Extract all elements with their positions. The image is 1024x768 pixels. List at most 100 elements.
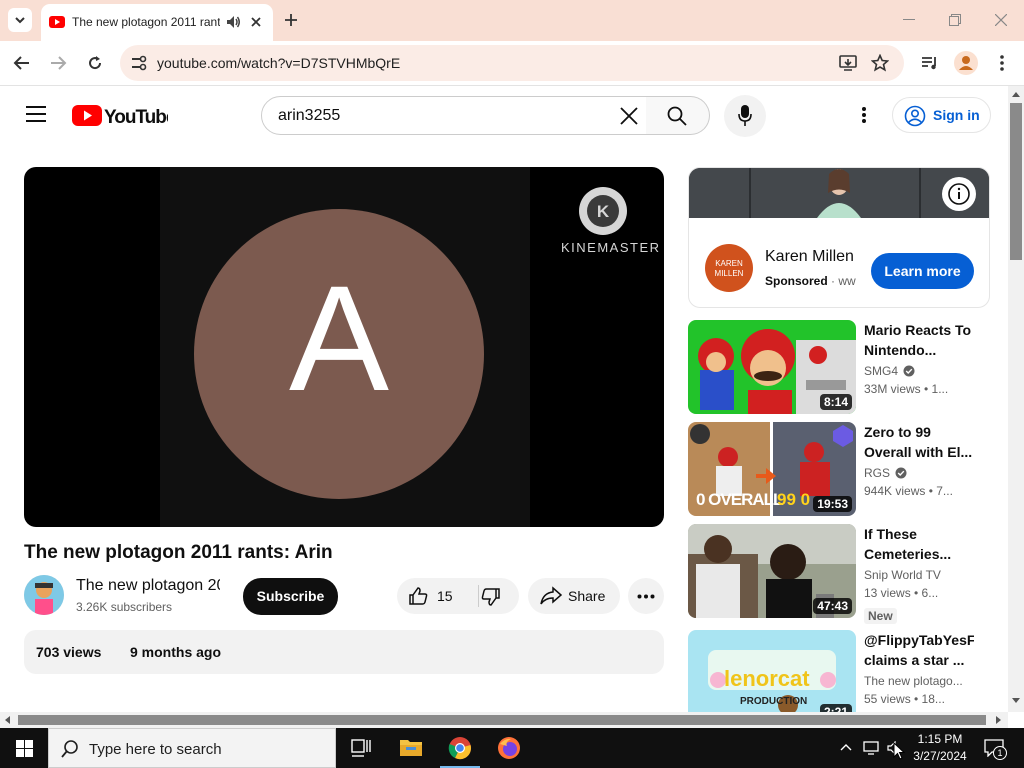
video-title: Zero to 99 Overall with El...: [864, 424, 973, 460]
minimize-icon[interactable]: [903, 19, 915, 21]
forward-icon[interactable]: [49, 55, 67, 71]
profile-icon[interactable]: [954, 51, 978, 75]
svg-text:K: K: [597, 202, 610, 221]
file-explorer-icon[interactable]: [400, 738, 422, 756]
voice-search-button[interactable]: [724, 95, 766, 137]
taskbar-search-box[interactable]: Type here to search: [48, 728, 336, 768]
video-duration: 2:21: [819, 704, 852, 712]
speaker-icon[interactable]: [225, 14, 241, 30]
thumbnail-overall-99: 99 0: [777, 490, 811, 509]
channel-avatar[interactable]: [24, 575, 64, 615]
avatar-letter: A: [288, 254, 390, 422]
browser-toolbar: youtube.com/watch?v=D7STVHMbQrE: [0, 41, 1024, 86]
recommended-video[interactable]: 0 OVERALL 99 0 19:53 Zero to 99 Overall …: [688, 422, 988, 516]
scroll-down-arrow-icon[interactable]: [1012, 698, 1020, 703]
windows-start-icon[interactable]: [16, 740, 33, 757]
channel-name: Snip World TV: [864, 568, 941, 582]
firefox-icon[interactable]: [497, 736, 521, 760]
windows-taskbar: Type here to search 1:15 PM 3/27/2024 1: [0, 728, 1024, 768]
learn-more-button[interactable]: Learn more: [871, 253, 974, 289]
scroll-up-arrow-icon[interactable]: [1012, 92, 1020, 97]
more-actions-button[interactable]: [628, 578, 664, 614]
vertical-scroll-thumb[interactable]: [1010, 103, 1022, 260]
media-control-icon[interactable]: [921, 55, 939, 71]
url-text: youtube.com/watch?v=D7STVHMbQrE: [157, 55, 401, 71]
taskbar-search-placeholder: Type here to search: [89, 741, 222, 758]
sign-in-button[interactable]: Sign in: [892, 97, 991, 133]
site-info-icon[interactable]: [130, 55, 148, 71]
reload-icon[interactable]: [86, 54, 104, 72]
horizontal-scroll-thumb[interactable]: [18, 715, 986, 725]
close-window-icon[interactable]: [995, 14, 1007, 26]
ad-info-icon[interactable]: [942, 177, 976, 211]
account-icon: [904, 105, 926, 127]
upload-age: 9 months ago: [130, 644, 222, 660]
view-count: 703 views: [36, 644, 102, 660]
new-tab-icon[interactable]: [283, 12, 299, 28]
ad-domain: · ww: [831, 274, 856, 288]
settings-more-icon[interactable]: [861, 106, 867, 124]
video-meta: 944K views • 7...: [864, 484, 953, 498]
share-button[interactable]: Share: [528, 578, 620, 614]
recommended-video[interactable]: lenorcat PRODUCTION 2:21 @FlippyTabYesF …: [688, 630, 988, 712]
active-tab[interactable]: The new plotagon 2011 rants: Arin: [41, 4, 273, 41]
scroll-left-arrow-icon[interactable]: [5, 716, 10, 724]
mouse-cursor-icon: [893, 742, 905, 760]
thumbnail-lenorcat-text: lenorcat: [724, 666, 810, 691]
description-box[interactable]: 703 views 9 months ago: [24, 630, 664, 674]
kinemaster-watermark: KINEMASTER: [561, 240, 661, 255]
video-thumbnail[interactable]: 8:14: [688, 320, 856, 414]
youtube-page: YouTube arin3255 Sign in A K KI: [0, 86, 1008, 712]
sponsored-label: Sponsored · ww: [765, 274, 856, 288]
notification-count: 1: [993, 746, 1007, 760]
microphone-icon: [738, 105, 752, 127]
channel-label: SMG4: [864, 364, 899, 378]
install-icon[interactable]: [839, 55, 857, 71]
network-icon[interactable]: [863, 741, 881, 755]
subscribe-button[interactable]: Subscribe: [243, 578, 338, 615]
share-icon: [540, 586, 562, 606]
video-meta: 55 views • 18...: [864, 692, 945, 706]
like-dislike-group: 15: [397, 578, 519, 614]
tab-search-icon[interactable]: [8, 8, 32, 32]
scroll-right-arrow-icon[interactable]: [996, 716, 1001, 724]
search-input[interactable]: arin3255: [261, 96, 647, 135]
bookmark-star-icon[interactable]: [871, 54, 889, 72]
task-view-icon[interactable]: [351, 739, 371, 757]
system-clock[interactable]: 1:15 PM 3/27/2024: [912, 731, 968, 765]
like-icon[interactable]: [408, 586, 428, 606]
advertiser-name: Karen Millen: [765, 248, 854, 265]
show-hidden-icons-chevron-icon[interactable]: [840, 743, 852, 751]
video-thumbnail[interactable]: lenorcat PRODUCTION 2:21: [688, 630, 856, 712]
video-meta: 13 views • 6...: [864, 586, 939, 600]
search-button[interactable]: [646, 96, 710, 135]
clock-date: 3/27/2024: [913, 749, 967, 763]
video-meta: 33M views • 1...: [864, 382, 949, 396]
chrome-icon[interactable]: [448, 736, 472, 760]
video-thumbnail[interactable]: 47:43: [688, 524, 856, 618]
channel-name: The new plotago...: [864, 674, 963, 688]
new-badge: New: [864, 608, 897, 624]
close-tab-icon[interactable]: [249, 15, 263, 29]
video-thumbnail[interactable]: 0 OVERALL 99 0 19:53: [688, 422, 856, 516]
tab-strip: The new plotagon 2011 rants: Arin: [0, 0, 1024, 41]
youtube-logo[interactable]: YouTube: [72, 104, 168, 128]
sponsored-text: Sponsored: [765, 274, 828, 288]
video-player[interactable]: A K KINEMASTER: [24, 167, 664, 527]
ad-card[interactable]: KAREN MILLEN Karen Millen Sponsored · ww…: [688, 167, 990, 308]
channel-name[interactable]: The new plotagon 2011: [76, 577, 220, 595]
more-horizontal-icon: [637, 594, 655, 599]
clear-search-icon[interactable]: [620, 107, 638, 125]
like-count: 15: [437, 588, 453, 604]
recommended-video[interactable]: 47:43 If These Cemeteries... Snip World …: [688, 524, 988, 624]
guide-menu-icon[interactable]: [26, 106, 46, 122]
address-bar[interactable]: youtube.com/watch?v=D7STVHMbQrE: [120, 45, 904, 81]
restore-icon[interactable]: [949, 14, 961, 26]
menu-icon[interactable]: [999, 54, 1005, 72]
thumbnail-production-text: PRODUCTION: [740, 696, 808, 707]
video-duration: 8:14: [819, 394, 852, 410]
dislike-icon[interactable]: [481, 587, 501, 607]
recommended-video[interactable]: 8:14 Mario Reacts To Nintendo... SMG4 33…: [688, 320, 988, 414]
youtube-logo-text: YouTube: [104, 107, 168, 128]
back-icon[interactable]: [13, 55, 31, 71]
